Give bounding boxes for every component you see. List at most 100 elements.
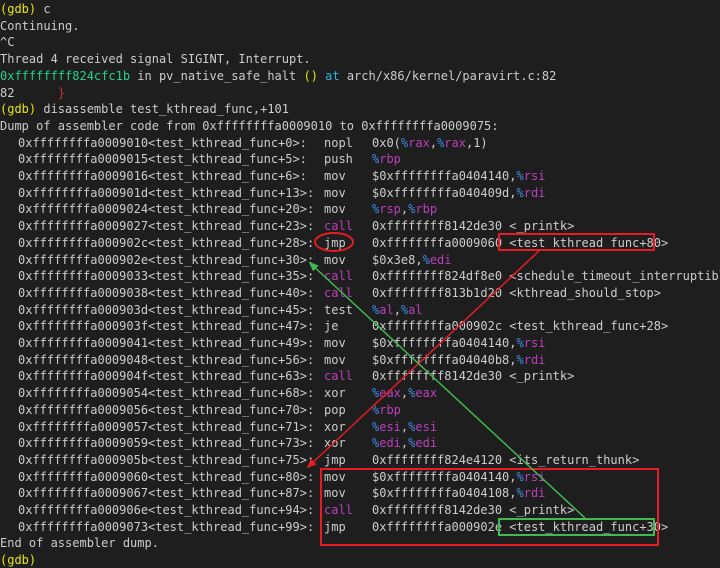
header-line-4: 0xffffffff824cfc1b in pv_native_safe_hal… [0, 68, 556, 84]
asm-symbol: <test_kthread_func+6>: [148, 169, 307, 183]
asm-row: 0xffffffffa0009016 <test_kthread_func+6>:… [0, 168, 720, 184]
asm-symbol: <test_kthread_func+20>: [148, 202, 315, 217]
asm-symbol: <test_kthread_func+70>: [148, 402, 315, 417]
asm-operand-token: eax [415, 386, 438, 401]
asm-row: 0xffffffffa0009060 <test_kthread_func+80>… [0, 469, 720, 485]
asm-operand-token: rdi [523, 486, 546, 501]
asm-operand-token: % [516, 469, 524, 484]
asm-address: 0xffffffffa0009056 [18, 402, 149, 417]
asm-operand-token: rbp [379, 152, 401, 167]
asm-operand-token: $0xffffffffa0404140, [372, 169, 517, 183]
asm-operand-token: esi [379, 419, 401, 434]
header-line-5: 82 } [0, 85, 65, 101]
asm-operand-token: $0xffffffffa0404140, [372, 336, 517, 350]
asm-row: 0xffffffffa000905b <test_kthread_func+75>… [0, 452, 720, 468]
asm-mnemonic: je [324, 319, 339, 334]
asm-address: 0xffffffffa000906e [18, 503, 149, 517]
asm-operands: $0x3e8,%edi [372, 252, 452, 268]
gdb-terminal[interactable]: (gdb) c Continuing. ^C Thread 4 received si… [0, 0, 720, 568]
asm-operand-token: 0x0( [372, 135, 401, 150]
asm-operands: 0x0(%rax,%rax,1) [372, 135, 488, 151]
asm-address: 0xffffffffa000902c [18, 235, 149, 250]
asm-row: 0xffffffffa0009057 <test_kthread_func+71>… [0, 419, 720, 435]
asm-mnemonic: call [324, 369, 353, 384]
asm-symbol: <test_kthread_func+94>: [148, 503, 315, 517]
asm-operands: 0xffffffff8142de30 <_printk> [372, 502, 574, 518]
asm-address: 0xffffffffa0009067 [18, 486, 149, 501]
asm-mnemonic: mov [324, 352, 346, 367]
asm-row: 0xffffffffa0009041 <test_kthread_func+49>… [0, 335, 720, 351]
asm-operand-token: rsi [523, 336, 546, 350]
asm-operands: $0xffffffffa0404108,%rdi [372, 485, 545, 501]
asm-row: 0xffffffffa0009010 <test_kthread_func+0>:… [0, 135, 720, 151]
asm-row: 0xffffffffa0009056 <test_kthread_func+70>… [0, 402, 720, 418]
asm-row: 0xffffffffa0009024 <test_kthread_func+20>… [0, 201, 720, 217]
header-line-1: Continuing. [0, 18, 79, 34]
asm-address: 0xffffffffa0009027 [18, 219, 149, 234]
asm-mnemonic: nopl [324, 135, 353, 150]
asm-mnemonic: push [324, 152, 353, 167]
asm-operands: 0xffffffff813b1d20 <kthread_should_stop> [372, 285, 661, 301]
asm-mnemonic: mov [324, 202, 346, 217]
asm-address: 0xffffffffa0009057 [18, 419, 149, 434]
gdb-prompt: (gdb) [0, 2, 37, 16]
asm-symbol: <test_kthread_func+99>: [148, 519, 315, 534]
asm-address: 0xffffffffa0009024 [18, 202, 149, 217]
asm-operands: %al,%al [372, 302, 423, 318]
footer-line-1: (gdb) [0, 552, 36, 568]
command-text: c [36, 2, 51, 16]
asm-operand-token: $0x3e8, [372, 252, 423, 267]
source-lineno: 82 [0, 85, 15, 100]
frame-location: arch/x86/kernel/paravirt.c:82 [346, 68, 557, 83]
asm-operand-token: % [516, 336, 524, 350]
asm-operands: $0xffffffffa04040b8,%rdi [372, 352, 545, 368]
frame-func: pv_native_safe_halt [158, 68, 297, 83]
header-line-0: (gdb) c [0, 1, 51, 17]
asm-symbol: <test_kthread_func+75>: [148, 452, 315, 467]
asm-row: 0xffffffffa0009059 <test_kthread_func+73>… [0, 435, 720, 451]
asm-operand-token: esi [415, 419, 438, 434]
asm-symbol: <test_kthread_func+71>: [148, 419, 315, 434]
asm-operand-token: al [408, 302, 423, 317]
asm-operands: 0xffffffffa000902e <test_kthread_func+30… [372, 519, 668, 535]
footer-line-0: End of assembler dump. [0, 535, 159, 551]
asm-operand-token: 0xffffffffa0009060 [372, 235, 510, 250]
asm-operand-token: 0xffffffff8142de30 <_printk> [372, 219, 575, 234]
asm-symbol: <test_kthread_func+47>: [148, 319, 315, 334]
asm-operand-token: , [429, 135, 438, 150]
asm-row: 0xffffffffa0009027 <test_kthread_func+23>… [0, 218, 720, 234]
asm-symbol: <test_kthread_func+68>: [148, 386, 315, 401]
output-text: End of assembler dump. [0, 536, 159, 551]
asm-operand-token: ,1) [465, 135, 488, 150]
frame-address: 0xffffffff824cfc1b [0, 68, 131, 83]
asm-operand-token: % [516, 352, 524, 367]
asm-mnemonic: call [324, 219, 353, 234]
asm-symbol: <test_kthread_func+23>: [148, 219, 315, 234]
command-text: disassemble test_kthread_func,+101 [36, 102, 289, 117]
asm-operands: $0xffffffffa0404140,%rsi [372, 335, 545, 351]
asm-row: 0xffffffffa0009033 <test_kthread_func+35>… [0, 268, 720, 284]
asm-operands: 0xffffffff8142de30 <_printk> [372, 368, 574, 384]
asm-address: 0xffffffffa000901d [18, 185, 149, 200]
asm-mnemonic: mov [324, 185, 346, 200]
asm-address: 0xffffffffa0009033 [18, 269, 149, 284]
asm-row: 0xffffffffa000902e <test_kthread_func+30>… [0, 252, 720, 268]
asm-mnemonic: jmp [324, 519, 346, 534]
asm-row: 0xffffffffa0009073 <test_kthread_func+99>… [0, 519, 720, 535]
asm-row: 0xffffffffa000901d <test_kthread_func+13>… [0, 185, 720, 201]
asm-address: 0xffffffffa0009010 [18, 135, 149, 150]
asm-address: 0xffffffffa000903f [18, 319, 149, 334]
asm-symbol: <test_kthread_func+80>: [148, 469, 315, 484]
asm-operand-token: $0xffffffffa04040b8, [372, 352, 517, 367]
asm-mnemonic: jmp [324, 235, 346, 250]
asm-address: 0xffffffffa0009016 [18, 169, 149, 183]
asm-address: 0xffffffffa0009059 [18, 436, 149, 451]
frame-in: in [130, 68, 159, 83]
asm-address: 0xffffffffa0009038 [18, 285, 149, 300]
asm-operand-token: rdi [523, 352, 546, 367]
asm-row: 0xffffffffa0009067 <test_kthread_func+87>… [0, 485, 720, 501]
asm-symbol: <test_kthread_func+13>: [148, 185, 315, 200]
asm-operand-token: rsi [523, 169, 546, 183]
header-line-2: ^C [0, 34, 14, 50]
asm-operand-token: eax [379, 386, 401, 401]
